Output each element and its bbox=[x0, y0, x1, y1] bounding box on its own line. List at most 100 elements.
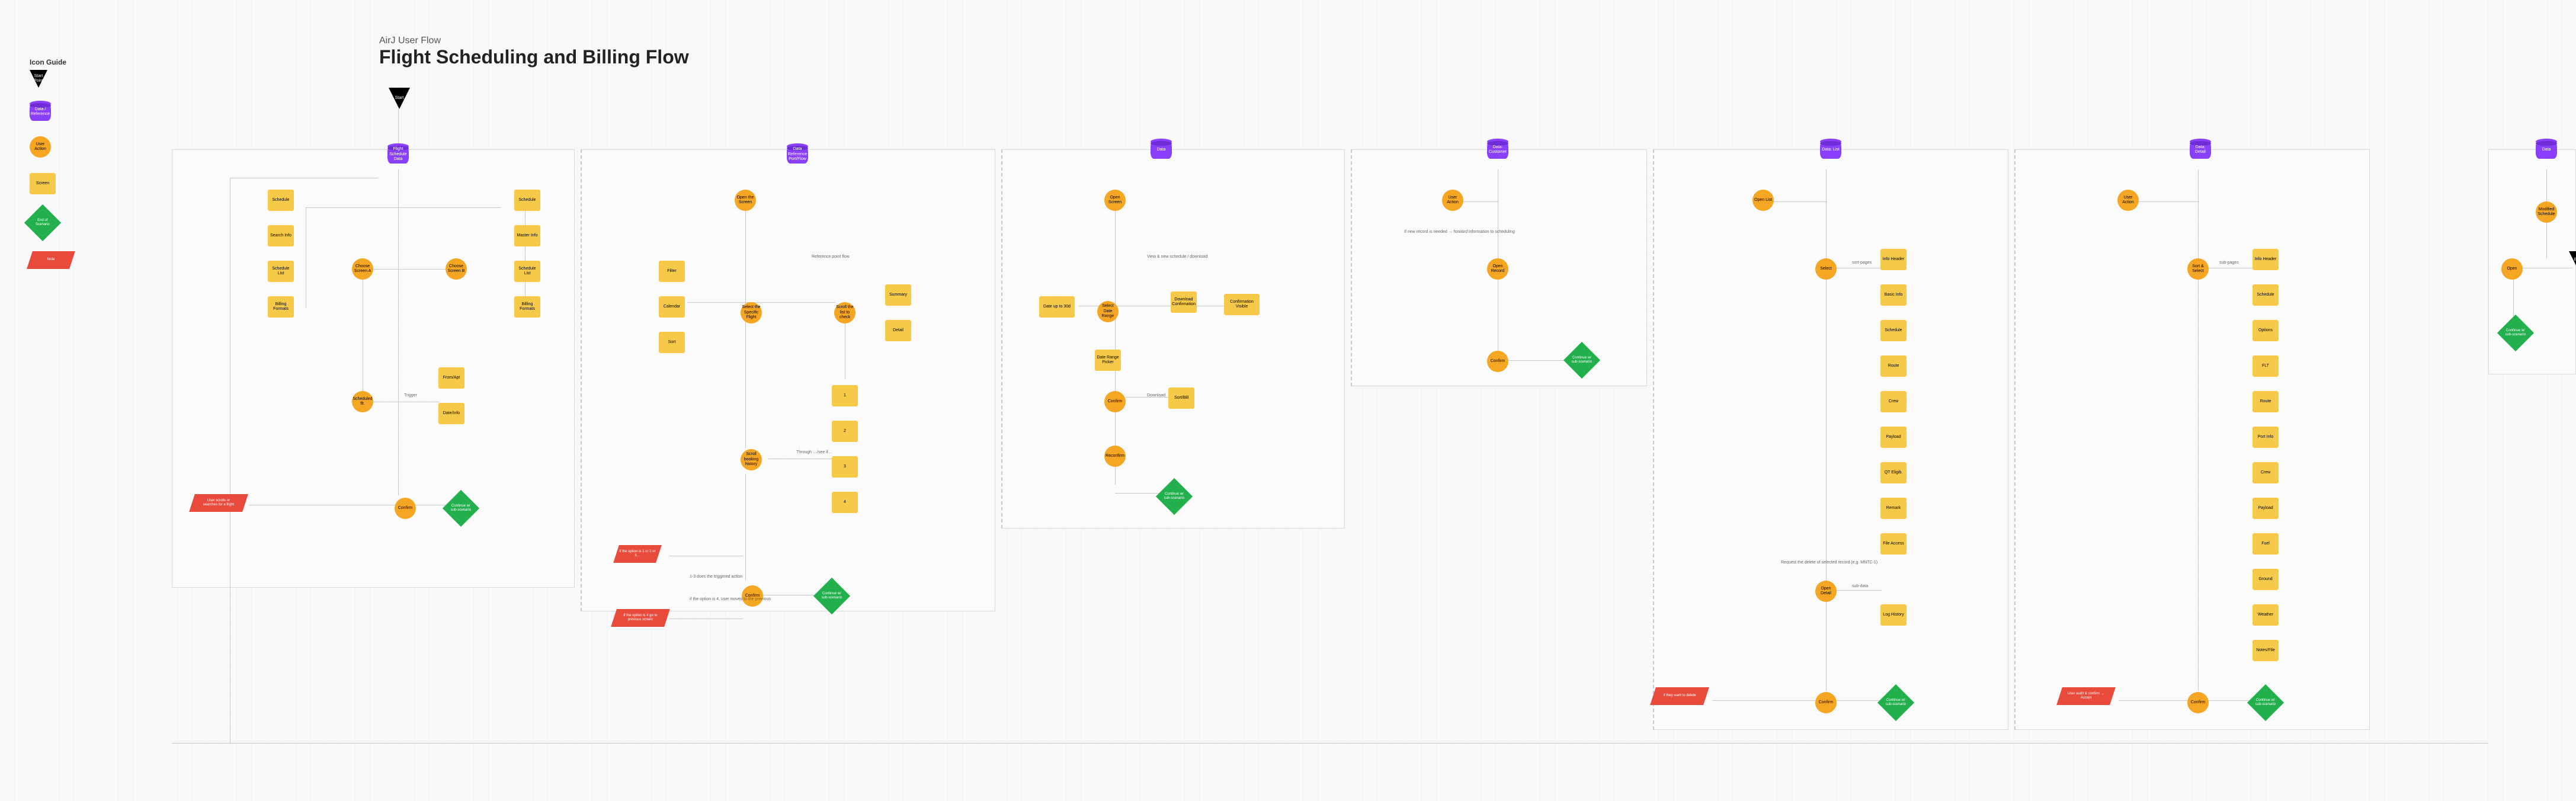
node-sq-44[interactable]: Calendar bbox=[659, 296, 685, 318]
panel-p2 bbox=[581, 149, 995, 611]
node-sq-53[interactable]: Download Confirmation bbox=[1171, 291, 1197, 313]
node-sq-77[interactable]: Weather bbox=[2253, 604, 2279, 626]
legend-db-icon: Data / Reference bbox=[30, 103, 51, 121]
node-sq-54[interactable]: Confirmation Visible bbox=[1224, 294, 1260, 315]
node-circle-31[interactable]: Modified Schedule bbox=[2536, 201, 2557, 223]
node-circle-26[interactable]: Open Detail bbox=[1815, 581, 1837, 602]
node-circle-18[interactable]: Select Date Range bbox=[1097, 301, 1119, 322]
node-circle-14[interactable]: Scroll booking history bbox=[741, 449, 762, 470]
node-sq-45[interactable]: Sort bbox=[659, 332, 685, 353]
node-circle-10[interactable]: Choose Screen B bbox=[446, 258, 467, 280]
node-sq-57[interactable]: Info Header bbox=[1880, 249, 1907, 270]
node-circle-16[interactable]: Confirm bbox=[742, 585, 763, 607]
node-sq-50[interactable]: 3 bbox=[832, 456, 858, 478]
node-sq-78[interactable]: Notes/File bbox=[2253, 640, 2279, 661]
node-sq-58[interactable]: Basic Info bbox=[1880, 284, 1907, 306]
node-circle-12[interactable]: Scroll the list to check bbox=[834, 302, 856, 323]
annotation-text: sort-pages bbox=[1852, 261, 1872, 265]
node-sq-47[interactable]: Detail bbox=[885, 320, 911, 341]
node-circle-30[interactable]: Confirm bbox=[2187, 692, 2209, 713]
node-sq-62[interactable]: Payload bbox=[1880, 427, 1907, 448]
node-sq-73[interactable]: Crew bbox=[2253, 462, 2279, 483]
node-sq-61[interactable]: Crew bbox=[1880, 391, 1907, 412]
node-sq-68[interactable]: Schedule bbox=[2253, 284, 2279, 306]
node-sq-69[interactable]: Options bbox=[2253, 320, 2279, 341]
node-note-89[interactable]: if they want to delete bbox=[1650, 687, 1709, 705]
node-db-5[interactable]: Data: List bbox=[1820, 141, 1841, 159]
node-circle-15[interactable]: Confirm bbox=[395, 498, 416, 519]
node-sq-56[interactable]: Sort/Bill bbox=[1168, 387, 1194, 409]
node-db-6[interactable]: Data: Detail bbox=[2190, 141, 2211, 159]
node-sq-70[interactable]: FLT bbox=[2253, 355, 2279, 377]
node-sq-74[interactable]: Payload bbox=[2253, 498, 2279, 519]
node-label: Scroll the list to check bbox=[835, 305, 854, 320]
node-sq-42[interactable]: Date/Info bbox=[438, 403, 464, 424]
node-sq-72[interactable]: Port Info bbox=[2253, 427, 2279, 448]
node-circle-21[interactable]: User Action bbox=[1442, 190, 1463, 211]
node-sq-34[interactable]: Search Info bbox=[268, 225, 294, 246]
node-sq-43[interactable]: Filter bbox=[659, 261, 685, 282]
node-db-1[interactable]: Flight Schedule Data bbox=[387, 146, 409, 164]
node-circle-22[interactable]: Open Record bbox=[1487, 258, 1508, 280]
node-sq-51[interactable]: 4 bbox=[832, 492, 858, 513]
legend-row-sq: Screen bbox=[30, 173, 72, 194]
node-label: Fuel bbox=[2261, 542, 2270, 546]
node-circle-17[interactable]: Open Screen bbox=[1104, 190, 1126, 211]
node-sq-65[interactable]: File Access bbox=[1880, 533, 1907, 555]
node-circle-13[interactable]: Scheduled flt. bbox=[352, 391, 373, 412]
node-circle-11[interactable]: Select the Specific Flight bbox=[741, 302, 762, 323]
node-sq-38[interactable]: Master Info bbox=[514, 225, 540, 246]
node-sq-52[interactable]: Date up to 30d bbox=[1039, 296, 1075, 318]
connector bbox=[306, 207, 501, 208]
node-label: Choose Screen A bbox=[353, 264, 372, 274]
node-sq-59[interactable]: Schedule bbox=[1880, 320, 1907, 341]
node-sq-35[interactable]: Schedule List bbox=[268, 261, 294, 282]
node-circle-24[interactable]: Open List bbox=[1752, 190, 1774, 211]
node-note-88[interactable]: if the option is 4 go to previous screen bbox=[611, 609, 670, 627]
node-circle-9[interactable]: Choose Screen A bbox=[352, 258, 373, 280]
node-label: Date/Info bbox=[443, 411, 460, 416]
node-sq-49[interactable]: 2 bbox=[832, 421, 858, 442]
node-sq-37[interactable]: Schedule bbox=[514, 190, 540, 211]
node-sq-46[interactable]: Summary bbox=[885, 284, 911, 306]
node-circle-8[interactable]: Open the Screen bbox=[735, 190, 756, 211]
node-sq-41[interactable]: From/Apt bbox=[438, 367, 464, 389]
node-circle-29[interactable]: Sort & Select bbox=[2187, 258, 2209, 280]
node-sq-64[interactable]: Remark bbox=[1880, 498, 1907, 519]
node-circle-19[interactable]: Confirm bbox=[1104, 391, 1126, 412]
node-db-2[interactable]: Data Reference Port/Flow bbox=[787, 146, 808, 164]
node-db-7[interactable]: Data bbox=[2536, 141, 2557, 159]
node-note-86[interactable]: User scrolls or searches for a flight bbox=[189, 494, 248, 512]
connector bbox=[2198, 169, 2199, 691]
annotation-text: Download bbox=[1147, 393, 1165, 398]
node-sq-75[interactable]: Fuel bbox=[2253, 533, 2279, 555]
node-circle-28[interactable]: User Action bbox=[2117, 190, 2139, 211]
node-circle-27[interactable]: Confirm bbox=[1815, 692, 1837, 713]
node-label: Reconfirm bbox=[1106, 454, 1124, 459]
node-sq-40[interactable]: Billing Formats bbox=[514, 296, 540, 318]
node-sq-66[interactable]: Log History bbox=[1880, 604, 1907, 626]
node-db-4[interactable]: Data: Customer bbox=[1487, 141, 1508, 159]
node-sq-36[interactable]: Billing Formats bbox=[268, 296, 294, 318]
node-sq-76[interactable]: Ground bbox=[2253, 569, 2279, 590]
node-db-3[interactable]: Data bbox=[1151, 141, 1172, 159]
node-sq-63[interactable]: QT Eligib. bbox=[1880, 462, 1907, 483]
node-circle-23[interactable]: Confirm bbox=[1487, 351, 1508, 372]
node-start-0[interactable]: Start bbox=[389, 88, 410, 109]
node-sq-67[interactable]: Info Header bbox=[2253, 249, 2279, 270]
node-note-87[interactable]: if the option is 1 or 2 or 3… bbox=[613, 545, 662, 563]
node-circle-25[interactable]: Select bbox=[1815, 258, 1837, 280]
node-sq-33[interactable]: Schedule bbox=[268, 190, 294, 211]
node-label: Scheduled flt. bbox=[353, 397, 372, 407]
node-sq-60[interactable]: Route bbox=[1880, 355, 1907, 377]
page-title: Flight Scheduling and Billing Flow bbox=[379, 46, 689, 68]
node-circle-20[interactable]: Reconfirm bbox=[1104, 446, 1126, 467]
node-sq-48[interactable]: 1 bbox=[832, 385, 858, 406]
node-circle-32[interactable]: Open bbox=[2501, 258, 2523, 280]
node-note-90[interactable]: User audit & confirm → Accept bbox=[2056, 687, 2116, 705]
node-sq-39[interactable]: Schedule List bbox=[514, 261, 540, 282]
connector bbox=[1826, 169, 1827, 691]
node-sq-55[interactable]: Date Range Picker bbox=[1095, 350, 1121, 371]
node-label: Info Header bbox=[2255, 257, 2277, 262]
node-sq-71[interactable]: Route bbox=[2253, 391, 2279, 412]
